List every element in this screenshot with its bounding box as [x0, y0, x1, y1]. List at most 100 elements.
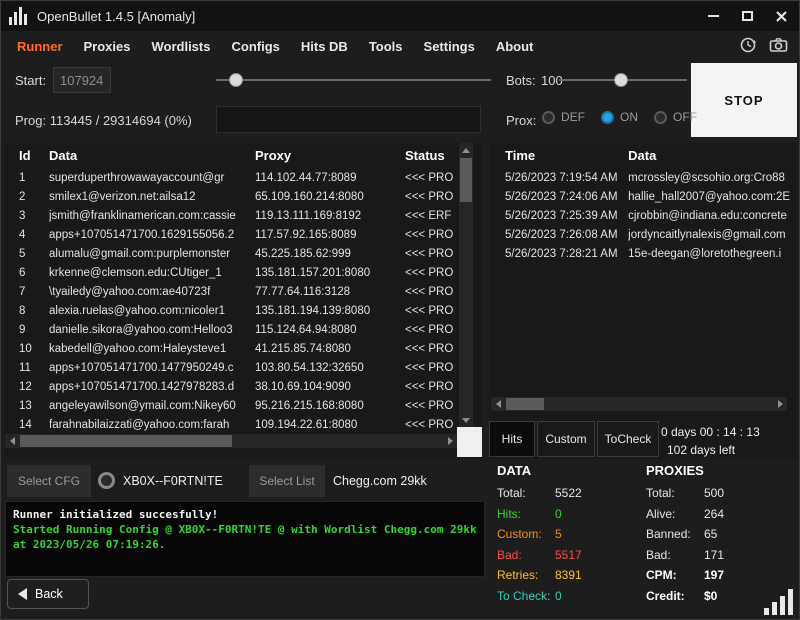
scroll-left-icon[interactable] [491, 397, 505, 411]
scroll-up-icon[interactable] [459, 143, 473, 157]
table-row[interactable]: 9danielle.sikora@yahoo.com:Helloo3115.12… [5, 320, 482, 339]
scroll-down-icon[interactable] [459, 413, 473, 427]
table-cell: <<< PRO [405, 248, 462, 260]
config-icon [98, 472, 115, 489]
scrollbar-corner [457, 427, 482, 457]
prog-value: 113445 / 29314694 (0%) [50, 113, 192, 128]
table-cell: alumalu@gmail.com:purplemonster [49, 248, 255, 260]
stat-line: Bad:171 [646, 545, 791, 566]
menu-item-configs[interactable]: Configs [231, 39, 279, 54]
scrollbar-thumb[interactable] [506, 398, 544, 410]
history-clock-icon[interactable] [737, 34, 759, 56]
radio-proxy-def[interactable]: DEF [542, 110, 585, 124]
table-cell: 14 [19, 419, 49, 431]
table-cell: <<< PRO [405, 419, 462, 431]
horizontal-scrollbar[interactable] [5, 434, 457, 448]
radio-dot-off[interactable] [654, 111, 667, 124]
table-cell: 103.80.54.132:32650 [255, 362, 405, 374]
table-row[interactable]: 1superduperthrowawayaccount@gr114.102.44… [5, 168, 482, 187]
start-slider-thumb[interactable] [229, 73, 243, 87]
table-row[interactable]: 6krkenne@clemson.edu:CUtiger_1135.181.15… [5, 263, 482, 282]
table-row[interactable]: 5alumalu@gmail.com:purplemonster45.225.1… [5, 244, 482, 263]
table-row[interactable]: 3jsmith@franklinamerican.com:cassie119.1… [5, 206, 482, 225]
hits-table-header: Time Data [489, 143, 797, 168]
column-header-status[interactable]: Status [405, 148, 462, 163]
data-stats-title: DATA [497, 463, 642, 478]
table-row[interactable]: 12apps+107051471700.1427978283.d38.10.69… [5, 377, 482, 396]
camera-icon[interactable] [767, 34, 789, 56]
table-cell: 11 [19, 362, 49, 374]
back-button[interactable]: Back [7, 579, 89, 609]
table-cell: <<< ERF [405, 210, 462, 222]
radio-dot-def[interactable] [542, 111, 555, 124]
table-row[interactable]: 4apps+107051471700.1629155056.2117.57.92… [5, 225, 482, 244]
table-row[interactable]: 13angeleyawilson@ymail.com:Nikey6095.216… [5, 396, 482, 415]
stat-line: Custom:5 [497, 524, 642, 545]
start-slider[interactable] [216, 73, 491, 87]
menu-bar: Runner Proxies Wordlists Configs Hits DB… [1, 31, 799, 61]
table-cell: \tyailedy@yahoo.com:ae40723f [49, 286, 255, 298]
scrollbar-thumb[interactable] [460, 158, 472, 202]
stat-line: Hits:0 [497, 504, 642, 525]
menu-item-hitsdb[interactable]: Hits DB [301, 39, 348, 54]
table-row[interactable]: 2smilex1@verizon.net:ailsa1265.109.160.2… [5, 187, 482, 206]
table-row[interactable]: 5/26/2023 7:24:06 AMhallie_hall2007@yaho… [489, 187, 797, 206]
menu-item-wordlists[interactable]: Wordlists [151, 39, 210, 54]
column-header-data[interactable]: Data [49, 148, 255, 163]
column-header-id[interactable]: Id [19, 148, 49, 163]
tab-custom[interactable]: Custom [537, 421, 595, 457]
scrollbar-thumb[interactable] [20, 435, 232, 447]
days-left-label: 102 days left [667, 443, 735, 457]
scroll-left-icon[interactable] [5, 434, 19, 448]
scroll-right-icon[interactable] [443, 434, 457, 448]
table-cell: 41.215.85.74:8080 [255, 343, 405, 355]
vertical-scrollbar[interactable] [459, 143, 473, 427]
app-logo-icon [9, 7, 27, 25]
table-cell: 119.13.111.169:8192 [255, 210, 405, 222]
table-cell: 77.77.64.116:3128 [255, 286, 405, 298]
bots-slider[interactable] [559, 73, 687, 87]
table-row[interactable]: 8alexia.ruelas@yahoo.com:nicoler1135.181… [5, 301, 482, 320]
table-row[interactable]: 5/26/2023 7:28:21 AM15e-deegan@loretothe… [489, 244, 797, 263]
table-cell: 15e-deegan@loretothegreen.i [628, 248, 797, 260]
horizontal-scrollbar[interactable] [491, 397, 787, 411]
table-row[interactable]: 14farahnabilaizzati@yahoo.com:farah109.1… [5, 415, 482, 434]
table-cell: <<< PRO [405, 267, 462, 279]
table-row[interactable]: 5/26/2023 7:19:54 AMmcrossley@scsohio.or… [489, 168, 797, 187]
table-cell: 45.225.185.62:999 [255, 248, 405, 260]
table-row[interactable]: 11apps+107051471700.1477950249.c103.80.5… [5, 358, 482, 377]
stat-line: Bad:5517 [497, 545, 642, 566]
close-icon[interactable] [773, 8, 789, 24]
maximize-icon[interactable] [739, 8, 755, 24]
column-header-time[interactable]: Time [505, 148, 628, 163]
radio-dot-on[interactable] [601, 111, 614, 124]
menu-item-tools[interactable]: Tools [369, 39, 403, 54]
bots-slider-thumb[interactable] [614, 73, 628, 87]
menu-item-settings[interactable]: Settings [424, 39, 475, 54]
table-cell: 10 [19, 343, 49, 355]
tab-tocheck[interactable]: ToCheck [597, 421, 659, 457]
select-cfg-button[interactable]: Select CFG [7, 465, 91, 497]
table-row[interactable]: 10kabedell@yahoo.com:Haleysteve141.215.8… [5, 339, 482, 358]
menu-item-runner[interactable]: Runner [17, 39, 63, 54]
log-line: Started Running Config @ XB0X--F0RTN!TE … [13, 522, 477, 552]
table-row[interactable]: 5/26/2023 7:26:08 AMjordyncaitlynalexis@… [489, 225, 797, 244]
tab-hits[interactable]: Hits [489, 421, 535, 457]
column-header-data[interactable]: Data [628, 148, 797, 163]
minimize-icon[interactable] [705, 8, 721, 24]
table-row[interactable]: 5/26/2023 7:25:39 AMcjrobbin@indiana.edu… [489, 206, 797, 225]
scroll-right-icon[interactable] [773, 397, 787, 411]
stat-line: Retries:8391 [497, 565, 642, 586]
radio-proxy-off[interactable]: OFF [654, 110, 697, 124]
radio-label-on: ON [620, 110, 638, 124]
stop-button[interactable]: STOP [691, 63, 797, 137]
bots-label: Bots: [506, 73, 536, 88]
menu-item-about[interactable]: About [496, 39, 534, 54]
start-input[interactable] [53, 67, 111, 93]
table-cell: <<< PRO [405, 400, 462, 412]
radio-proxy-on[interactable]: ON [601, 110, 638, 124]
table-row[interactable]: 7\tyailedy@yahoo.com:ae40723f77.77.64.11… [5, 282, 482, 301]
menu-item-proxies[interactable]: Proxies [84, 39, 131, 54]
column-header-proxy[interactable]: Proxy [255, 148, 405, 163]
select-list-button[interactable]: Select List [249, 465, 325, 497]
